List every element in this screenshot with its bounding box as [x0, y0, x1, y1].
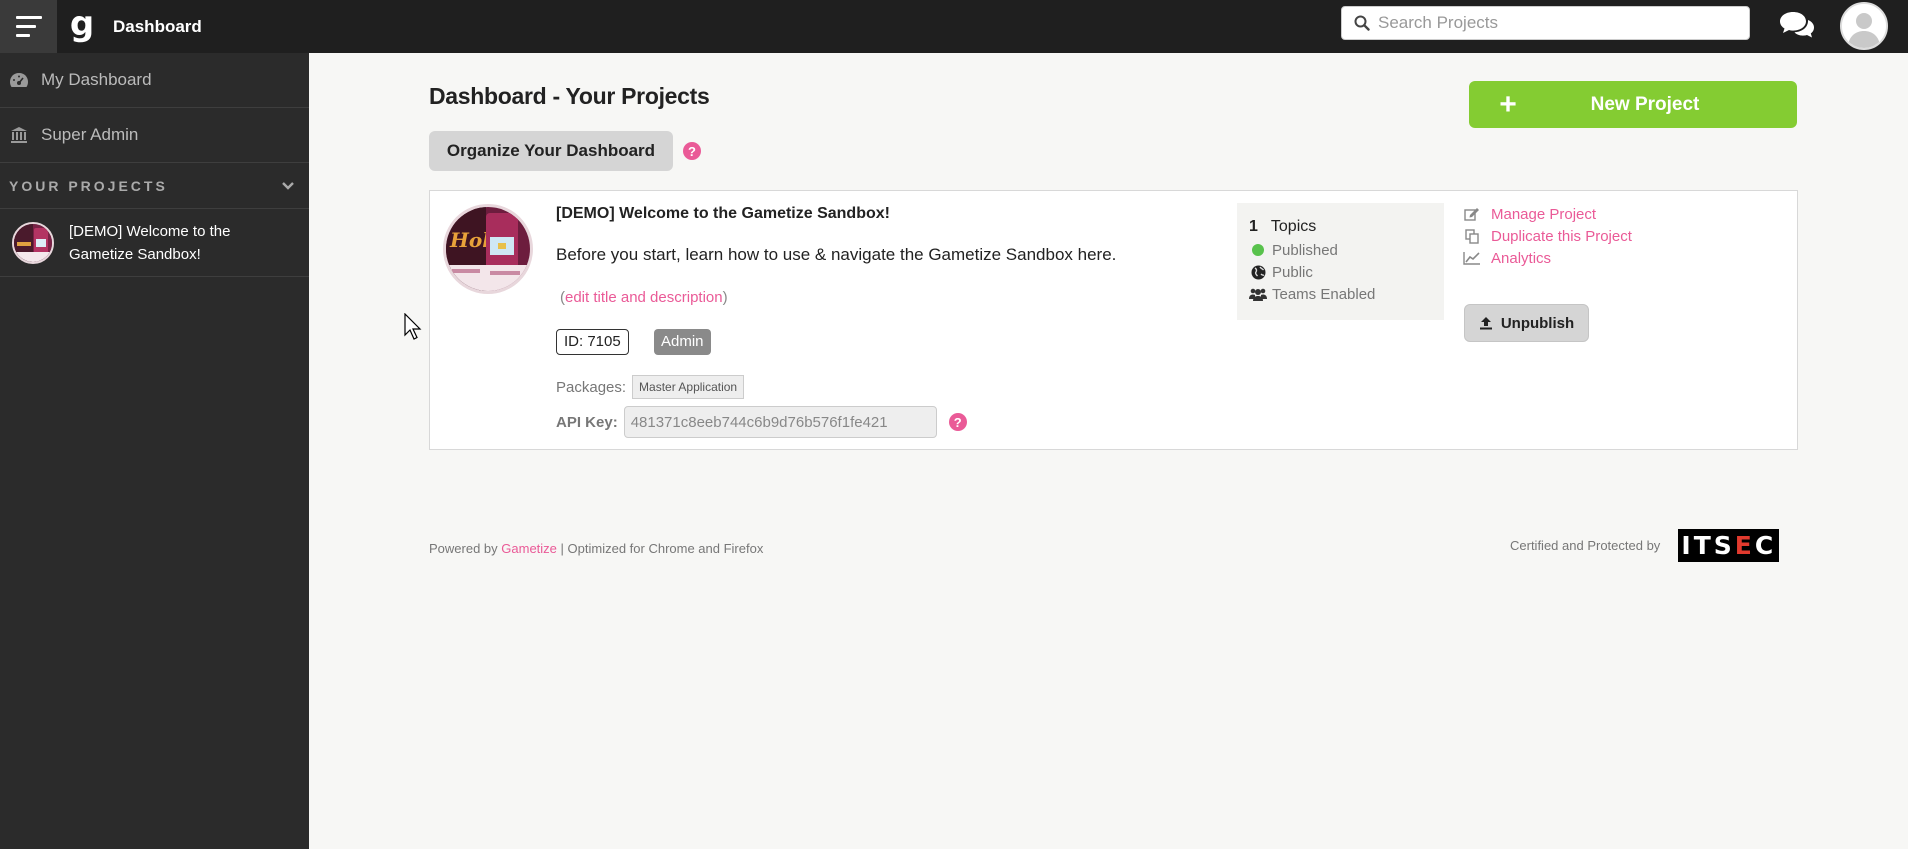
sidebar-project-label-line: Gametize Sandbox! [69, 245, 201, 263]
search-icon [1354, 15, 1370, 31]
api-key-label: API Key: [556, 413, 618, 431]
plus-icon: + [1499, 87, 1517, 121]
unpublish-button[interactable]: Unpublish [1464, 304, 1589, 342]
search-input[interactable] [1378, 13, 1738, 33]
hamburger-line [15, 16, 42, 19]
user-avatar[interactable] [1840, 2, 1888, 50]
footer-certified: Certified and Protected by ITS E C [1510, 529, 1780, 562]
gametize-link[interactable]: Gametize [501, 541, 557, 556]
edit-icon [1463, 207, 1481, 221]
top-bar-title: Dashboard [113, 16, 202, 36]
itsec-logo-text: ITS [1681, 531, 1735, 560]
edit-paren-close: ) [722, 289, 728, 306]
help-icon[interactable]: ? [948, 413, 967, 431]
published-label: Published [1272, 241, 1338, 259]
footer-powered-by: Powered by Gametize | Optimized for Chro… [429, 541, 763, 556]
project-id-badge: ID: 7105 [556, 329, 629, 355]
sidebar-item-label: My Dashboard [41, 70, 152, 89]
sidebar-section-label: YOUR PROJECTS [9, 177, 168, 194]
itsec-logo-text: C [1754, 531, 1777, 560]
packages-row: Packages: Master Application [556, 375, 745, 399]
unpublish-label: Unpublish [1500, 314, 1575, 332]
duplicate-project-link[interactable]: Duplicate this Project [1463, 225, 1632, 247]
sidebar-item-super-admin[interactable]: Super Admin [0, 108, 309, 163]
project-card-title: [DEMO] Welcome to the Gametize Sandbox! [556, 205, 890, 222]
page-title: Dashboard - Your Projects [429, 83, 710, 109]
chat-bubbles-icon[interactable] [1779, 10, 1815, 40]
sidebar-project-item[interactable]: [DEMO] Welcome to the Gametize Sandbox! [0, 209, 309, 277]
manage-project-link[interactable]: Manage Project [1463, 203, 1632, 225]
help-icon[interactable]: ? [683, 142, 701, 160]
itsec-logo[interactable]: ITS E C [1678, 529, 1780, 562]
top-bar: g Dashboard [0, 0, 1908, 53]
project-thumbnail [12, 221, 54, 264]
edit-title-wrapper: (edit title and description) [560, 289, 728, 306]
user-silhouette-icon [1842, 4, 1886, 48]
gametize-logo[interactable]: g [57, 0, 107, 53]
topics-label: Topics [1270, 218, 1317, 235]
organize-dashboard-button[interactable]: Organize Your Dashboard [429, 131, 673, 171]
api-key-field[interactable] [623, 406, 937, 438]
hamburger-line [15, 34, 30, 37]
duplicate-project-label: Duplicate this Project [1491, 227, 1632, 245]
optimized-text: | Optimized for Chrome and Firefox [560, 541, 764, 556]
stat-public: Public [1249, 261, 1432, 283]
chevron-down-icon [282, 181, 294, 190]
certified-text: Certified and Protected by [1510, 538, 1661, 553]
itsec-logo-e: E [1734, 531, 1755, 560]
project-card: Hola [DEMO] Welcome to the Gametize Sand… [429, 190, 1798, 450]
stat-topics: 1 Topics [1249, 215, 1432, 239]
copy-icon [1463, 228, 1481, 244]
manage-project-label: Manage Project [1491, 205, 1597, 223]
analytics-link[interactable]: Analytics [1463, 247, 1632, 269]
project-card-description: Before you start, learn how to use & nav… [556, 245, 1117, 264]
powered-by-text: Powered by [429, 541, 498, 556]
packages-label: Packages: [556, 378, 627, 396]
dashboard-gauge-icon [8, 70, 30, 90]
sidebar-project-label-line: [DEMO] Welcome to the [69, 222, 231, 240]
users-group-icon [1249, 287, 1267, 301]
hamburger-menu-button[interactable] [0, 0, 57, 53]
line-chart-icon [1463, 251, 1481, 265]
project-card-thumbnail[interactable]: Hola [443, 204, 533, 294]
search-box [1341, 6, 1750, 40]
project-stats: 1 Topics Published Public Teams Enabled [1237, 203, 1444, 320]
hamburger-line [15, 25, 36, 28]
main-content: Dashboard - Your Projects Organize Your … [309, 53, 1908, 849]
upload-icon [1479, 317, 1492, 330]
bank-icon [8, 125, 30, 145]
stat-published: Published [1249, 239, 1432, 261]
sidebar-project-label: [DEMO] Welcome to the Gametize Sandbox! [69, 220, 230, 266]
package-tag: Master Application [632, 375, 745, 399]
sidebar-item-label: Super Admin [41, 125, 139, 144]
public-label: Public [1272, 263, 1313, 281]
api-key-row: API Key: ? [556, 406, 967, 438]
analytics-label: Analytics [1491, 249, 1552, 267]
status-dot-icon [1249, 244, 1267, 256]
new-project-label: New Project [1590, 93, 1700, 115]
new-project-button[interactable]: + New Project [1469, 81, 1797, 128]
sidebar-item-my-dashboard[interactable]: My Dashboard [0, 53, 309, 108]
sidebar-section-your-projects[interactable]: YOUR PROJECTS [0, 163, 309, 209]
project-actions: Manage Project Duplicate this Project An… [1463, 203, 1632, 269]
stat-teams: Teams Enabled [1249, 283, 1432, 305]
logo-glyph: g [69, 3, 95, 44]
role-badge: Admin [654, 329, 711, 355]
topics-count: 1 [1249, 218, 1258, 235]
sidebar: My Dashboard Super Admin YOUR PROJECTS [… [0, 53, 309, 849]
teams-label: Teams Enabled [1272, 285, 1376, 303]
globe-icon [1249, 265, 1267, 280]
edit-title-link[interactable]: edit title and description [565, 289, 723, 306]
